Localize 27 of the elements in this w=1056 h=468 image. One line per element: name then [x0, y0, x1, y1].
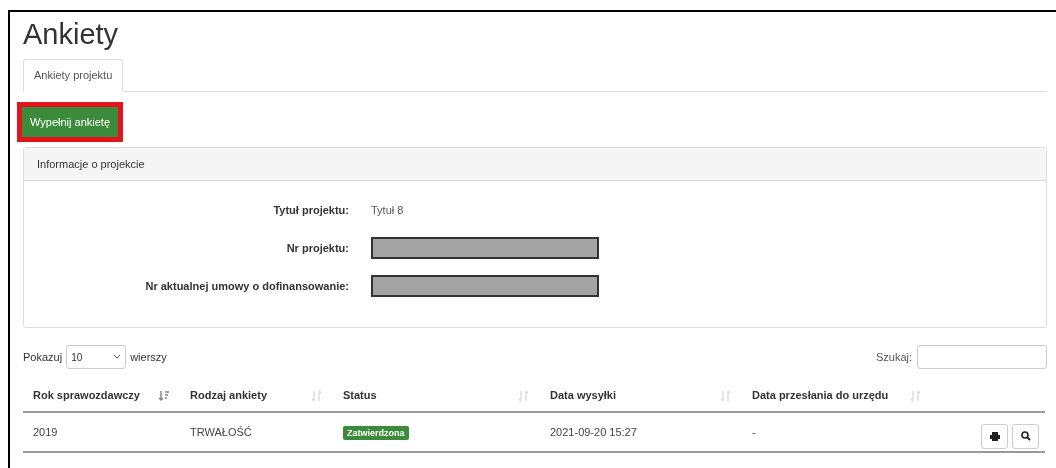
- rows-label: wierszy: [130, 349, 167, 365]
- field-label: Nr aktualnej umowy o dofinansowanie:: [144, 278, 349, 294]
- search-field[interactable]: [917, 345, 1047, 369]
- field-label: Tytuł projektu:: [272, 202, 349, 218]
- page-title: Ankiety: [23, 20, 119, 49]
- search-icon: [1020, 431, 1031, 441]
- search-label: Szukaj:: [875, 349, 912, 365]
- column-header[interactable]: Rodzaj ankiety: [190, 387, 268, 404]
- view-button[interactable]: [1012, 423, 1039, 449]
- column-header[interactable]: Data przesłania do urzędu: [752, 387, 889, 404]
- panel-header: Informacje o projekcie: [24, 148, 1046, 181]
- table-cell: -: [752, 425, 756, 438]
- table-cell: TRWAŁOŚĆ: [190, 425, 252, 438]
- column-header[interactable]: Rok sprawozdawczy: [33, 387, 140, 404]
- sort-icon[interactable]: [158, 389, 170, 402]
- table-cell: 2021-09-20 15:27: [550, 425, 637, 438]
- status-badge: Zatwierdzona: [343, 425, 409, 440]
- page-size-select[interactable]: 10: [66, 345, 127, 369]
- field-value: Tytuł 8: [371, 202, 404, 218]
- column-header[interactable]: Data wysyłki: [550, 387, 617, 404]
- show-label: Pokazuj: [23, 349, 63, 365]
- print-button[interactable]: [981, 423, 1008, 449]
- chevron-icon: [113, 354, 122, 360]
- column-header[interactable]: Status: [343, 387, 377, 404]
- field-label: Nr projektu:: [285, 240, 349, 256]
- tab[interactable]: Ankiety projektu: [23, 59, 124, 92]
- table-cell: 2019: [33, 425, 58, 438]
